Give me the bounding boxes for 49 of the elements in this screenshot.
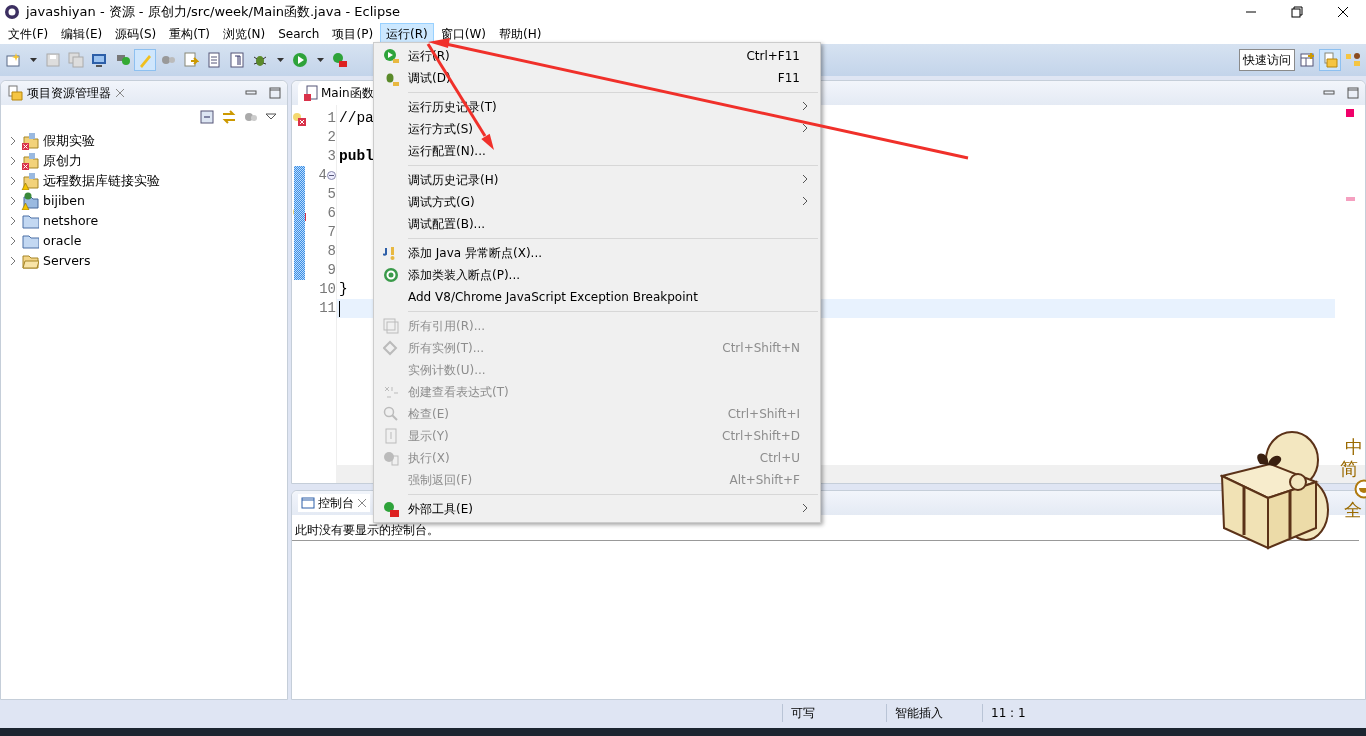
menu-item[interactable]: 调试历史记录(H)	[374, 169, 820, 191]
menu-item[interactable]: Search	[272, 23, 326, 45]
menu-item[interactable]: 项目(P)	[326, 23, 380, 45]
ime-language[interactable]: 中	[1345, 436, 1363, 458]
status-text: 智能插入	[886, 704, 982, 722]
menu-item[interactable]: 调试方式(G)	[374, 191, 820, 213]
ime-script[interactable]: 简	[1340, 457, 1358, 480]
code-line: //pa	[339, 108, 374, 128]
console-tab[interactable]: 控制台	[298, 494, 370, 512]
line-number: 7	[326, 223, 336, 242]
menu-item[interactable]: 窗口(W)	[434, 23, 493, 45]
menu-item[interactable]: 添加类装入断点(P)...	[374, 264, 820, 286]
panel-title: 项目资源管理器	[27, 85, 111, 102]
line-number: 5	[326, 185, 336, 204]
line-number: 4	[317, 166, 327, 185]
tree-item-label[interactable]: 远程数据库链接实验	[43, 171, 160, 191]
status-text: 可写	[782, 704, 886, 722]
line-number: 1	[326, 109, 336, 128]
menu-item[interactable]: 运行配置(N)...	[374, 140, 820, 162]
menu-item[interactable]: Add V8/Chrome JavaScript Exception Breakpoint	[374, 286, 820, 308]
line-number: 9	[326, 261, 336, 280]
menu-item[interactable]: 重构(T)	[163, 23, 216, 45]
quick-access-field[interactable]: 快速访问	[1239, 49, 1295, 71]
line-number: 6	[326, 204, 336, 223]
tab-label[interactable]: Main函数	[321, 84, 374, 102]
tree-item-label[interactable]: 原创力	[43, 151, 82, 171]
menu-item[interactable]: 编辑(E)	[55, 23, 109, 45]
line-number: 3	[326, 147, 336, 166]
tab-label[interactable]: 控制台	[318, 494, 354, 512]
line-number: 8	[326, 242, 336, 261]
tree-item-label[interactable]: netshore	[43, 211, 99, 231]
code-line: }	[339, 279, 348, 299]
menu-item[interactable]: 源码(S)	[109, 23, 163, 45]
status-text: 11 : 1	[982, 704, 1026, 722]
tree-item-label[interactable]: oracle	[43, 231, 82, 251]
menu-item[interactable]: 调试配置(B)...	[374, 213, 820, 235]
menu-item[interactable]: 文件(F)	[2, 23, 55, 45]
tree-item-label[interactable]: 假期实验	[43, 131, 95, 151]
line-number: 10	[318, 280, 336, 299]
code-line: publ	[339, 146, 374, 166]
tree-item-label[interactable]: bijiben	[43, 191, 85, 211]
menu-item[interactable]: 帮助(H)	[493, 23, 548, 45]
line-number: 11	[318, 299, 336, 318]
tree-item-label[interactable]: Servers	[43, 251, 91, 271]
menu-item[interactable]: 浏览(N)	[216, 23, 272, 45]
menu-item[interactable]: 运行方式(S)	[374, 118, 820, 140]
window-title: javashiyan - 资源 - 原创力/src/week/Main函数.java - Eclipse	[26, 3, 400, 22]
menu-item[interactable]: 添加 Java 异常断点(X)...	[374, 242, 820, 264]
line-number: 2	[326, 128, 336, 147]
